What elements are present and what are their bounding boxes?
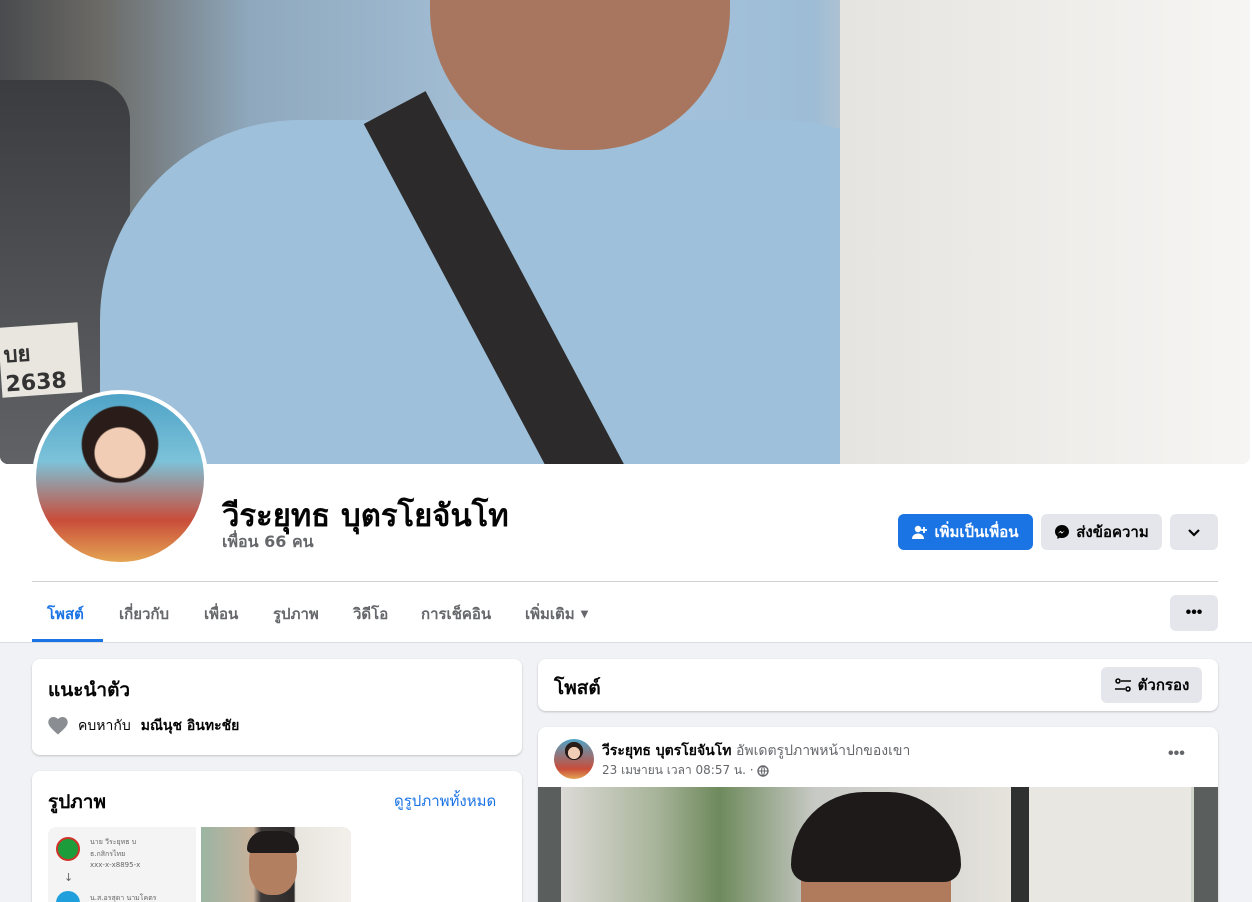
messenger-icon: [1055, 525, 1070, 539]
globe-icon: [756, 764, 769, 777]
bank-logo-icon: [56, 837, 80, 861]
post-card: วีระยุทธ บุตรโยจันโท อัพเดตรูปภาพหน้าปกข…: [538, 727, 1218, 902]
tab-about[interactable]: เกี่ยวกับ: [119, 594, 169, 634]
photos-title: รูปภาพ: [48, 791, 106, 813]
post-author-avatar[interactable]: [554, 739, 594, 779]
arrow-down-icon: ↓: [64, 871, 74, 884]
post-author-name[interactable]: วีระยุทธ บุตรโยจันโท: [602, 743, 732, 759]
active-tab-indicator: [32, 639, 103, 642]
chevron-down-icon: [1188, 529, 1200, 537]
post-options-button[interactable]: •••: [1168, 745, 1185, 763]
tab-friends[interactable]: เพื่อน: [204, 594, 238, 634]
post-header: วีระยุทธ บุตรโยจันโท อัพเดตรูปภาพหน้าปกข…: [602, 740, 910, 762]
posts-header-card: โพสต์ ตัวกรอง: [538, 659, 1218, 711]
add-friend-icon: [912, 525, 928, 539]
cover-photo[interactable]: บย 2638: [0, 0, 1250, 464]
more-options-button[interactable]: •••: [1170, 595, 1218, 631]
tab-posts[interactable]: โพสต์: [47, 594, 84, 634]
intro-card: แนะนำตัว คบหากับ มณีนุช อินทะชัย: [32, 659, 522, 755]
tab-checkins[interactable]: การเช็คอิน: [421, 594, 491, 634]
post-timestamp[interactable]: 23 เมษายน เวลา 08:57 น. ·: [602, 761, 754, 780]
filter-icon: [1114, 678, 1131, 692]
caret-down-icon: ▼: [580, 608, 589, 620]
posts-title: โพสต์: [554, 677, 601, 699]
photo-thumbnail-bank-slip[interactable]: นาย วีระยุทธ บ ธ.กสิกรไทย xxx-x-x8895-x …: [48, 827, 196, 902]
heart-icon: [48, 717, 68, 735]
tab-videos[interactable]: วิดีโอ: [353, 594, 388, 634]
photos-card: รูปภาพ ดูรูปภาพทั้งหมด นาย วีระยุทธ บ ธ.…: [32, 771, 522, 902]
post-action-text: อัพเดตรูปภาพหน้าปกของเขา: [735, 743, 911, 759]
post-meta: 23 เมษายน เวลา 08:57 น. ·: [602, 761, 769, 780]
see-all-photos-link[interactable]: ดูรูปภาพทั้งหมด: [394, 789, 496, 813]
intro-title: แนะนำตัว: [48, 679, 131, 701]
relationship-row: คบหากับ มณีนุช อินทะชัย: [48, 715, 239, 737]
tab-more[interactable]: เพิ่มเติม ▼: [525, 594, 588, 634]
filter-button[interactable]: ตัวกรอง: [1101, 667, 1202, 703]
ellipsis-icon: •••: [1185, 604, 1203, 621]
message-button[interactable]: ส่งข้อความ: [1041, 514, 1162, 550]
add-friend-button[interactable]: เพิ่มเป็นเพื่อน: [898, 514, 1033, 550]
bank-logo-icon: [56, 891, 80, 902]
post-photo[interactable]: [538, 787, 1218, 902]
profile-avatar[interactable]: [32, 390, 208, 566]
friend-count[interactable]: เพื่อน 66 คน: [222, 530, 314, 555]
profile-options-button[interactable]: [1170, 514, 1218, 550]
photo-thumbnail-portrait[interactable]: [201, 827, 351, 902]
tab-photos[interactable]: รูปภาพ: [273, 594, 319, 634]
profile-header: บย 2638 วีระยุทธ บุตรโยจันโท เพื่อน 66 ค…: [0, 0, 1252, 643]
partner-name-link[interactable]: มณีนุช อินทะชัย: [141, 715, 240, 737]
ellipsis-icon: •••: [1168, 745, 1185, 762]
license-plate: บย 2638: [0, 322, 83, 398]
header-divider: [32, 581, 1218, 582]
